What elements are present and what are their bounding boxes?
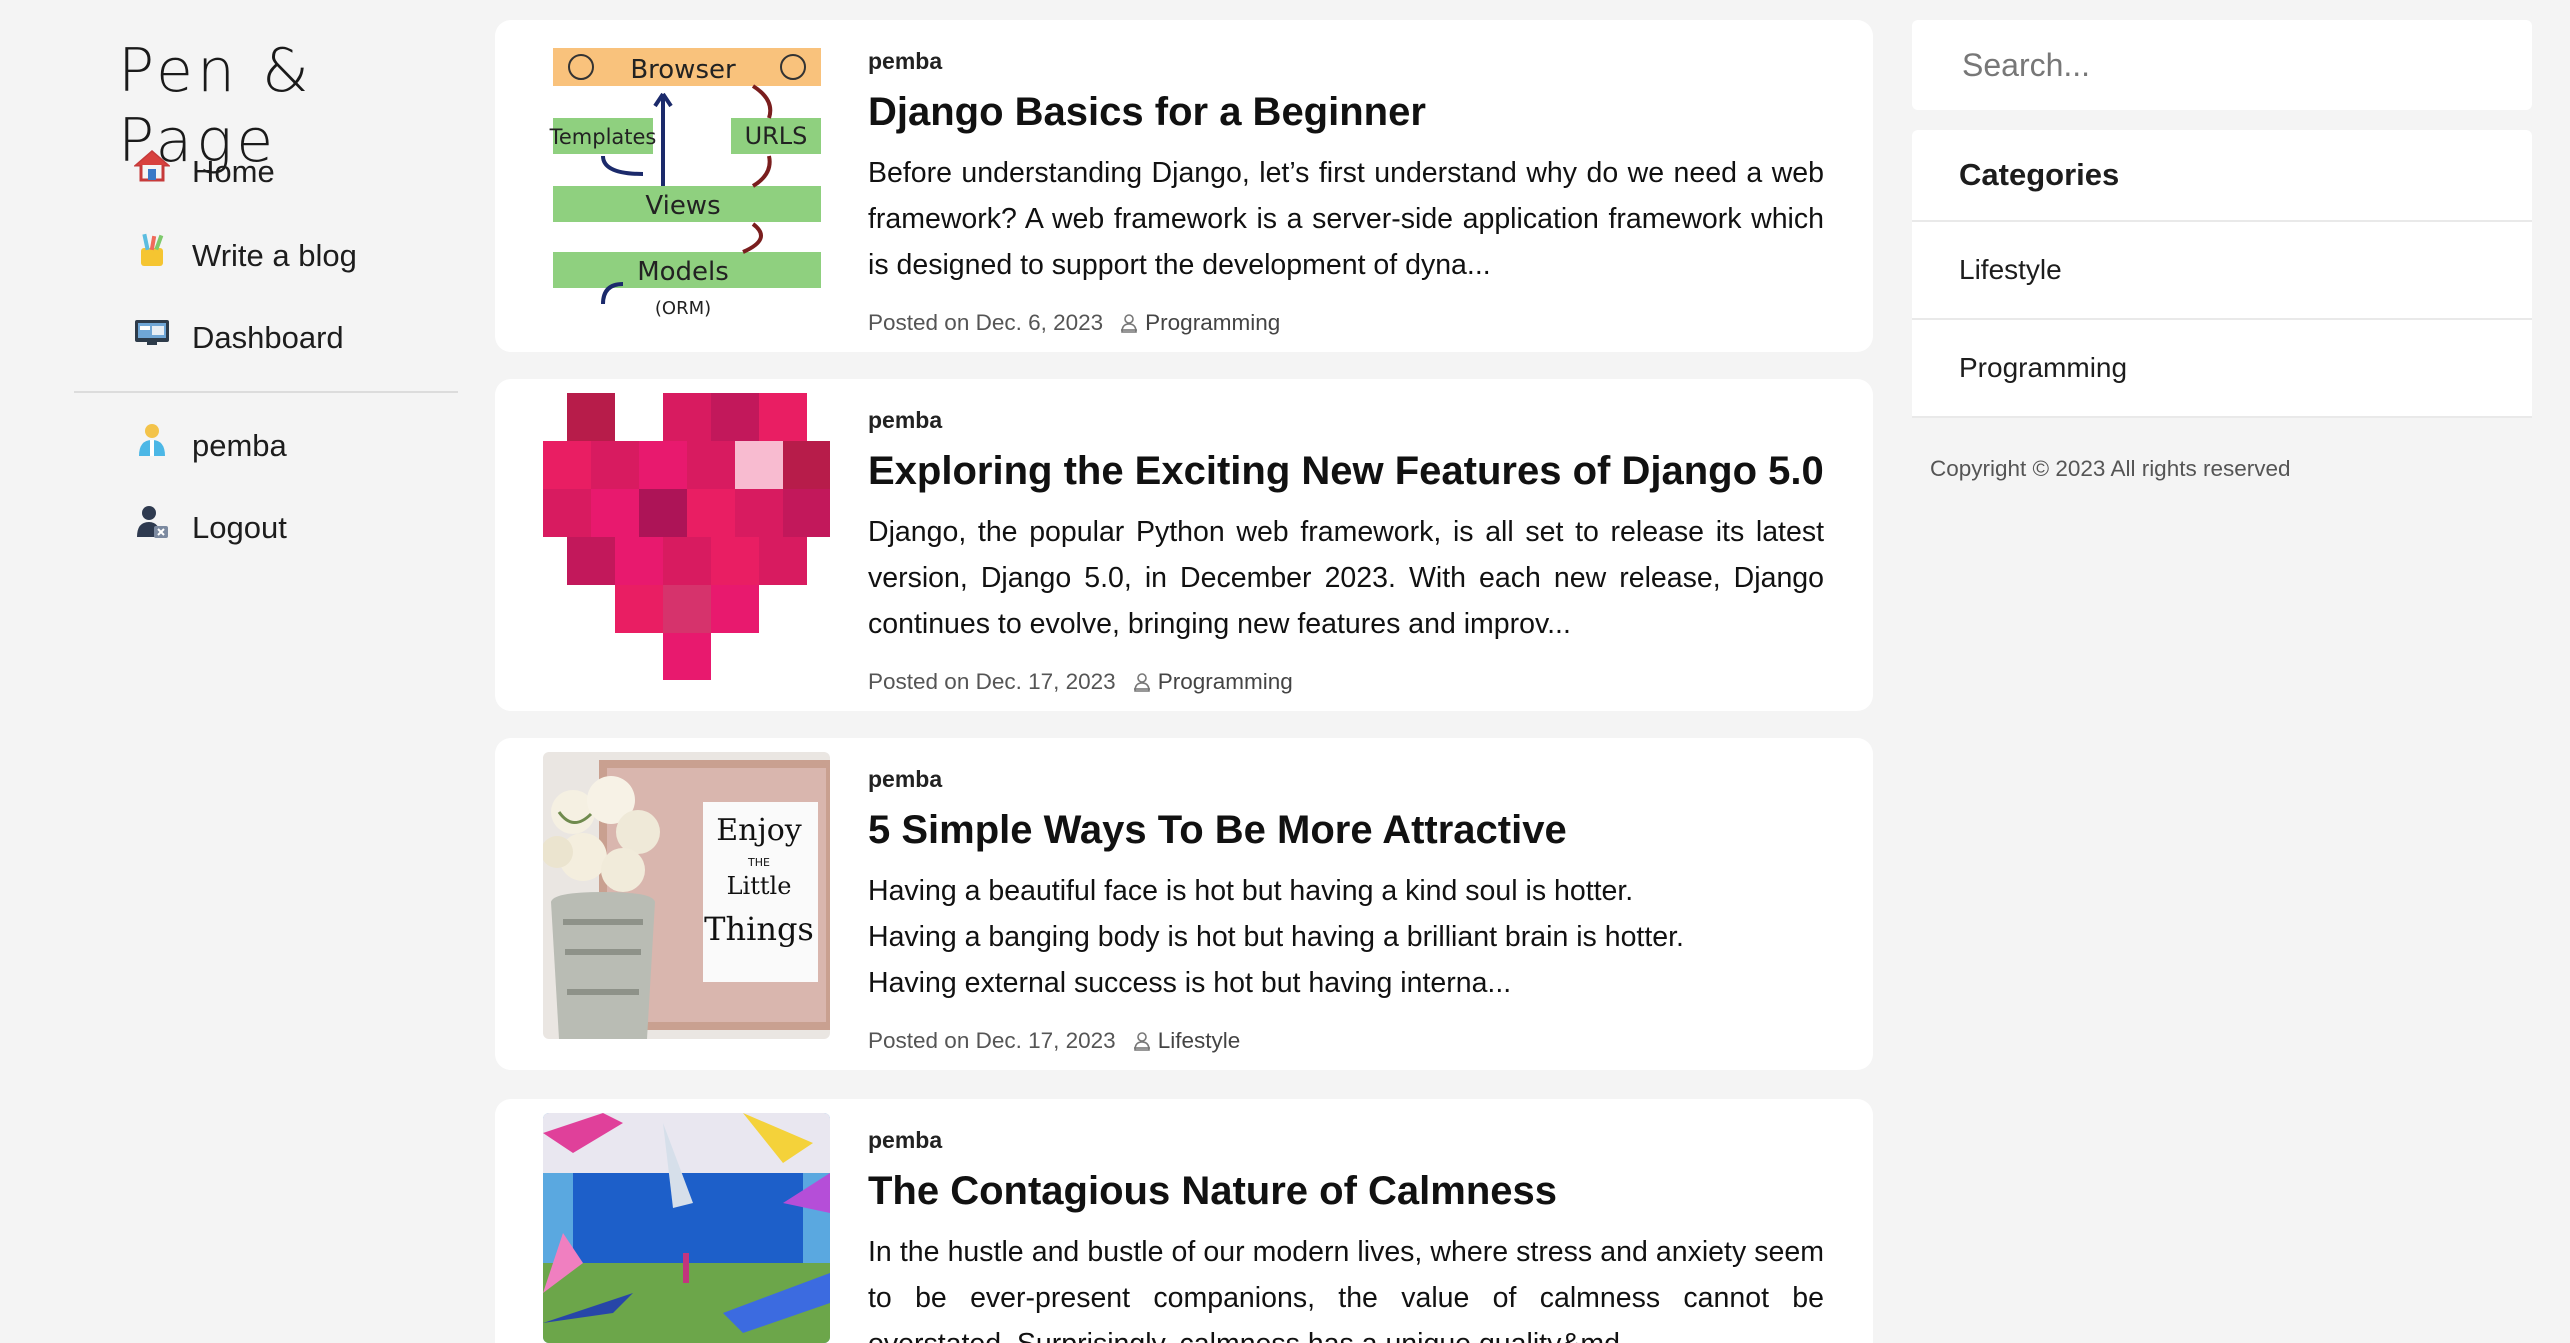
excerpt-line: Having a beautiful face is hot but havin… bbox=[868, 875, 1634, 907]
diagram-label-orm: (ORM) bbox=[655, 298, 711, 319]
sidebar-item-profile[interactable]: pemba bbox=[134, 418, 287, 474]
sidebar-item-home[interactable]: Home bbox=[134, 144, 275, 200]
sidebar-item-label: pemba bbox=[192, 428, 287, 463]
post-category-link[interactable]: Programming bbox=[1145, 310, 1280, 336]
excerpt-line: Having external success is hot but havin… bbox=[868, 967, 1512, 999]
board-text-enjoy: Enjoy bbox=[716, 813, 802, 848]
diagram-label-templates: Templates bbox=[549, 125, 657, 149]
post-meta: Posted on Dec. 17, 2023 Lifestyle bbox=[868, 1028, 1240, 1054]
post-excerpt: Django, the popular Python web framework… bbox=[868, 516, 1824, 640]
categories-heading: Categories bbox=[1912, 130, 2532, 222]
search-box bbox=[1912, 20, 2532, 110]
diagram-label-models: Models bbox=[637, 257, 729, 287]
post-thumbnail[interactable]: Browser Templates URLS Views Models (ORM… bbox=[543, 34, 830, 321]
post-category-link[interactable]: Lifestyle bbox=[1158, 1028, 1241, 1054]
category-item-lifestyle[interactable]: Lifestyle bbox=[1912, 222, 2532, 320]
category-icon bbox=[1133, 1032, 1150, 1051]
sidebar-item-write-a-blog[interactable]: Write a blog bbox=[134, 228, 357, 284]
board-text-little: Little bbox=[727, 872, 792, 900]
post-title-link[interactable]: 5 Simple Ways To Be More Attractive bbox=[868, 808, 1567, 853]
monitor-icon bbox=[135, 320, 169, 345]
post-date: Posted on Dec. 6, 2023 bbox=[868, 310, 1104, 335]
category-icon bbox=[1133, 673, 1150, 692]
diagram-label-urls: URLS bbox=[745, 122, 808, 150]
user-icon bbox=[139, 424, 165, 456]
sidebar-item-logout[interactable]: Logout bbox=[134, 500, 287, 556]
post-date: Posted on Dec. 17, 2023 bbox=[868, 1028, 1116, 1053]
post-date: Posted on Dec. 17, 2023 bbox=[868, 669, 1116, 694]
diagram-label-views: Views bbox=[645, 191, 720, 221]
sidebar-divider bbox=[74, 391, 458, 393]
post-title-link[interactable]: Django Basics for a Beginner bbox=[868, 90, 1426, 135]
post-card[interactable]: pemba The Contagious Nature of Calmness … bbox=[495, 1099, 1873, 1343]
post-excerpt: In the hustle and bustle of our modern l… bbox=[868, 1236, 1824, 1343]
post-author: pemba bbox=[868, 48, 943, 74]
copyright-text: Copyright © 2023 All rights reserved bbox=[1930, 456, 2291, 481]
category-icon bbox=[1121, 314, 1138, 333]
board-text-things: Things bbox=[704, 910, 814, 948]
post-card[interactable]: pemba Exploring the Exciting New Feature… bbox=[495, 379, 1873, 711]
diagram-label-browser: Browser bbox=[630, 55, 736, 85]
categories-panel: Categories Lifestyle Programming bbox=[1912, 130, 2532, 418]
post-meta: Posted on Dec. 17, 2023 Programming bbox=[868, 669, 1293, 695]
abstract-landscape-image bbox=[543, 1113, 830, 1343]
post-category-link[interactable]: Programming bbox=[1158, 669, 1293, 695]
post-excerpt: Before understanding Django, let’s first… bbox=[868, 157, 1824, 281]
pixel-heart-image bbox=[543, 393, 830, 680]
sidebar-item-label: Home bbox=[192, 154, 275, 189]
post-author: pemba bbox=[868, 766, 943, 792]
category-item-programming[interactable]: Programming bbox=[1912, 320, 2532, 418]
sidebar-item-label: Dashboard bbox=[192, 320, 344, 355]
post-excerpt: Having a beautiful face is hot but havin… bbox=[868, 868, 1824, 1006]
post-author: pemba bbox=[868, 1127, 943, 1153]
pencil-cup-icon bbox=[141, 233, 164, 266]
post-title-link[interactable]: The Contagious Nature of Calmness bbox=[868, 1169, 1557, 1214]
logout-icon bbox=[137, 506, 168, 538]
post-thumbnail[interactable]: Enjoy THE Little Things bbox=[543, 752, 830, 1039]
sidebar: Pen & Page Home Write a blog Dashboard p… bbox=[74, 0, 458, 1343]
sidebar-item-label: Logout bbox=[192, 510, 287, 545]
post-thumbnail[interactable] bbox=[543, 1113, 830, 1343]
board-text-the: THE bbox=[747, 856, 770, 869]
django-flow-diagram-image: Browser Templates URLS Views Models (ORM… bbox=[543, 34, 830, 321]
post-meta: Posted on Dec. 6, 2023 Programming bbox=[868, 310, 1280, 336]
sidebar-item-dashboard[interactable]: Dashboard bbox=[134, 310, 344, 366]
home-icon bbox=[134, 150, 170, 182]
search-input[interactable] bbox=[1960, 45, 2504, 85]
post-title-link[interactable]: Exploring the Exciting New Features of D… bbox=[868, 449, 1824, 494]
post-author: pemba bbox=[868, 407, 943, 433]
post-card[interactable]: Enjoy THE Little Things pemba 5 Simple W… bbox=[495, 738, 1873, 1070]
post-card[interactable]: Browser Templates URLS Views Models (ORM… bbox=[495, 20, 1873, 352]
excerpt-line: Having a banging body is hot but having … bbox=[868, 921, 1684, 953]
post-thumbnail[interactable] bbox=[543, 393, 830, 680]
sidebar-item-label: Write a blog bbox=[192, 238, 357, 273]
flowers-board-image: Enjoy THE Little Things bbox=[543, 752, 830, 1039]
